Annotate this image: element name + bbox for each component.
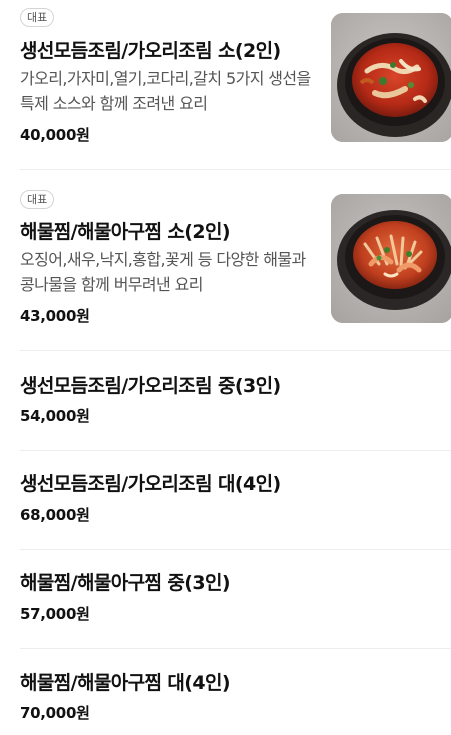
menu-item-name: 생선모듬조림/가오리조림 소(2인)	[20, 40, 281, 62]
menu-item-price: 57,000원	[20, 605, 90, 623]
menu-item-name: 해물찜/해물아구찜 소(2인)	[20, 221, 231, 243]
menu-item[interactable]: 대표 해물찜/해물아구찜 소(2인) 오징어,새우,낙지,홍합,꽃게 등 다양한…	[0, 169, 451, 349]
menu-item[interactable]: 생선모듬조림/가오리조림 대(4인) 68,000원	[0, 450, 451, 548]
menu-item-price: 70,000원	[20, 704, 90, 722]
menu-item-name: 생선모듬조림/가오리조림 중(3인)	[20, 375, 281, 397]
seafood-stew-dish-photo[interactable]	[331, 194, 451, 323]
menu-item-description: 가오리,가자미,열기,코다리,갈치 5가지 생선을 특제 소스와 함께 조려낸 …	[20, 69, 311, 113]
menu-item-price: 43,000원	[20, 307, 90, 325]
menu-item[interactable]: 해물찜/해물아구찜 중(3인) 57,000원	[0, 549, 451, 647]
menu-item[interactable]: 생선모듬조림/가오리조림 중(3인) 54,000원	[0, 350, 451, 449]
signature-badge: 대표	[20, 190, 55, 209]
menu-item-name: 생선모듬조림/가오리조림 대(4인)	[20, 473, 281, 495]
menu-item-price: 54,000원	[20, 407, 90, 425]
menu-item[interactable]: 대표 생선모듬조림/가오리조림 소(2인) 가오리,가자미,열기,코다리,갈치 …	[0, 0, 451, 168]
menu-item-name: 해물찜/해물아구찜 중(3인)	[20, 572, 231, 594]
menu-item-price: 68,000원	[20, 506, 90, 524]
signature-badge: 대표	[20, 8, 55, 27]
menu-item-price: 40,000원	[20, 126, 90, 144]
braised-fish-dish-photo[interactable]	[331, 13, 451, 142]
menu-item-description: 오징어,새우,낙지,홍합,꽃게 등 다양한 해물과 콩나물을 함께 버무려낸 요…	[20, 250, 306, 294]
menu-item-name: 해물찜/해물아구찜 대(4인)	[20, 672, 231, 694]
menu-item[interactable]: 해물찜/해물아구찜 대(4인) 70,000원	[0, 648, 451, 735]
